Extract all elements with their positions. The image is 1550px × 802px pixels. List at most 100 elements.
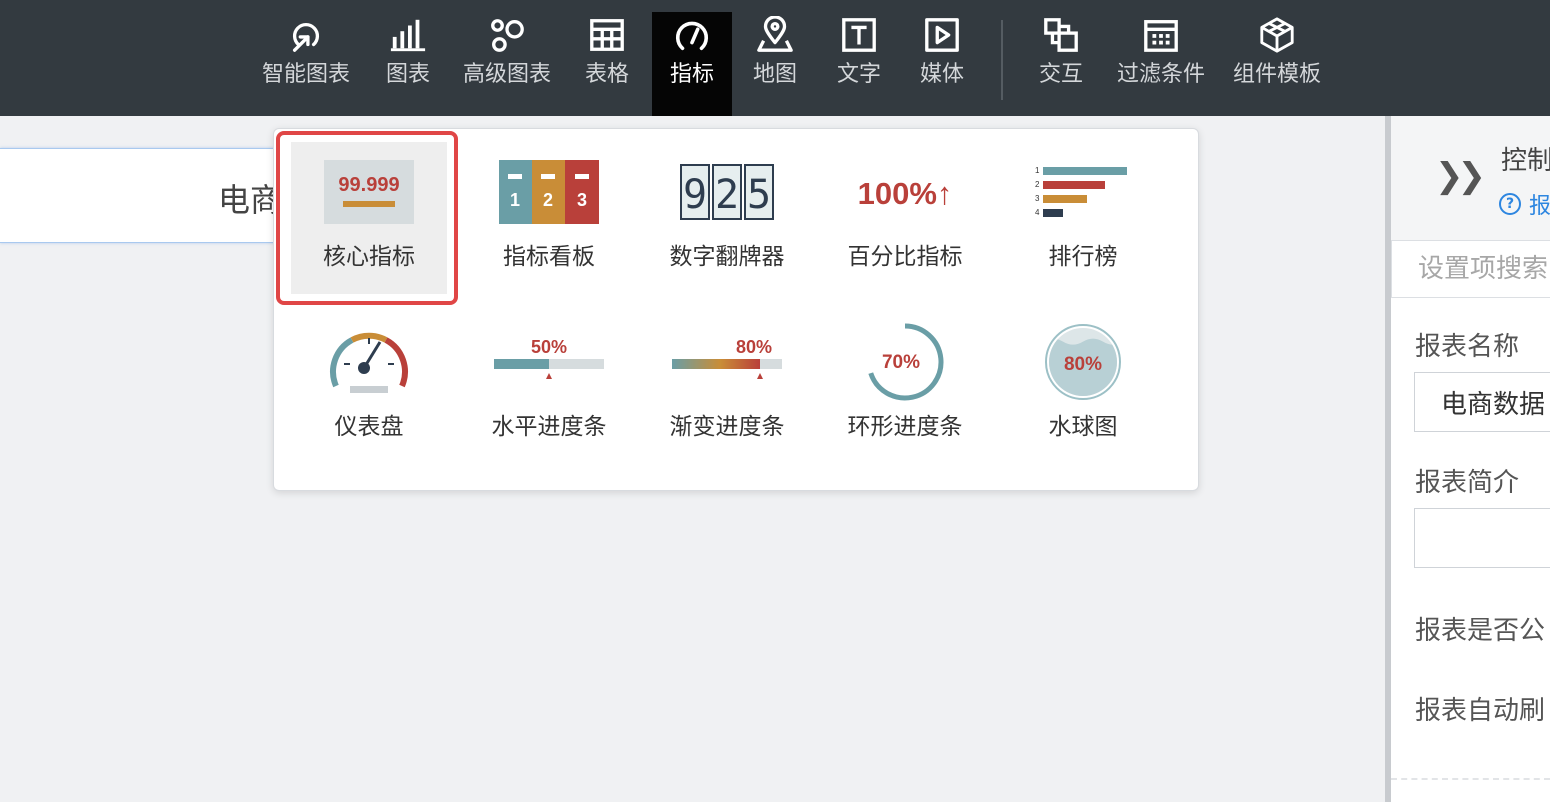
widget-ranking[interactable]: 1 2 3 4 排行榜 <box>1005 142 1161 294</box>
toolbar-label: 组件模板 <box>1232 62 1321 87</box>
board-digit-3: 3 <box>577 190 587 210</box>
toolbar-metric[interactable]: 指标 <box>652 12 732 116</box>
help-text: 报 <box>1529 194 1550 219</box>
widget-flip-counter[interactable]: 9 2 5 数字翻牌器 <box>649 142 805 294</box>
board-digit-1: 1 <box>510 190 520 210</box>
dial-gauge-icon <box>291 312 447 412</box>
field-label-report-autorefresh: 报表自动刷 <box>1415 696 1546 726</box>
report-title-widget[interactable]: 电商 <box>0 148 290 243</box>
toolbar-table[interactable]: 表格 <box>577 12 637 116</box>
progress-value-text: 80% <box>736 337 772 357</box>
rank-number: 1 <box>1035 166 1040 175</box>
widget-liquid-ball[interactable]: 80% 水球图 <box>1005 312 1161 464</box>
toolbar-text[interactable]: 文字 <box>829 12 889 116</box>
toolbar-label: 地图 <box>752 62 797 87</box>
widget-label: 数字翻牌器 <box>669 244 785 270</box>
progress-marker <box>546 373 552 379</box>
settings-panel-header: ❯❯ 控制 ? 报 <box>1391 116 1550 240</box>
advanced-chart-icon <box>488 12 526 56</box>
core-metric-icon: 99.999 <box>291 142 447 242</box>
percent-metric-sample: 100%↑ <box>858 176 953 211</box>
question-icon: ? <box>1499 193 1521 215</box>
smart-chart-icon <box>287 12 325 56</box>
ring-progress-icon: 70% <box>827 312 983 412</box>
toolbar-separator <box>1001 20 1003 100</box>
panel-title: 控制 <box>1501 146 1550 176</box>
toolbar-label: 图表 <box>385 62 430 87</box>
progress-fill <box>494 359 549 369</box>
metric-board-icon: 1 2 3 <box>471 142 627 242</box>
toolbar-label: 高级图表 <box>462 62 551 87</box>
interaction-icon <box>1042 12 1080 56</box>
report-intro-input[interactable] <box>1415 509 1550 567</box>
filter-calendar-icon <box>1142 12 1180 56</box>
widget-ring-progress[interactable]: 70% 环形进度条 <box>827 312 983 464</box>
widget-horizontal-progress[interactable]: 50% 水平进度条 <box>471 312 627 464</box>
toolbar-component-template[interactable]: 组件模板 <box>1227 12 1327 116</box>
rank-number: 2 <box>1035 180 1040 189</box>
widget-label: 环形进度条 <box>847 414 963 440</box>
report-intro-field[interactable] <box>1414 508 1550 568</box>
widget-label: 指标看板 <box>503 244 595 270</box>
toolbar-chart[interactable]: 图表 <box>378 12 438 116</box>
flip-digit-1: 9 <box>683 172 707 218</box>
double-chevron-right-icon[interactable]: ❯❯ <box>1435 156 1486 196</box>
progress-value-text: 70% <box>882 352 920 373</box>
widget-metric-board[interactable]: 1 2 3 指标看板 <box>471 142 627 294</box>
flip-counter-icon: 9 2 5 <box>649 142 805 242</box>
settings-search[interactable] <box>1391 240 1550 298</box>
toolbar-label: 智能图表 <box>261 62 350 87</box>
widget-label: 水平进度条 <box>491 414 607 440</box>
help-link[interactable]: ? 报 <box>1499 188 1550 220</box>
widget-label: 百分比指标 <box>847 244 963 270</box>
table-icon <box>588 12 626 56</box>
rank-number: 4 <box>1035 208 1040 217</box>
progress-fill <box>672 359 760 369</box>
toolbar-label: 过滤条件 <box>1116 62 1205 87</box>
widget-dial-gauge[interactable]: 仪表盘 <box>291 312 447 464</box>
media-play-icon <box>923 12 961 56</box>
gauge-icon <box>673 12 711 56</box>
component-cube-icon <box>1258 12 1296 56</box>
toolbar-label: 交互 <box>1038 62 1083 87</box>
divider <box>1391 778 1550 780</box>
toolbar-smart-chart[interactable]: 智能图表 <box>256 12 356 116</box>
progress-value-text: 50% <box>531 337 567 357</box>
widget-label: 仪表盘 <box>334 414 404 440</box>
liquid-ball-icon: 80% <box>1005 312 1161 412</box>
toolbar-interaction[interactable]: 交互 <box>1031 12 1091 116</box>
text-icon <box>840 12 878 56</box>
toolbar-label: 文字 <box>836 62 881 87</box>
report-name-field[interactable] <box>1414 372 1550 432</box>
flip-digit-3: 5 <box>747 172 771 218</box>
field-label-report-public: 报表是否公 <box>1415 616 1546 646</box>
toolbar-map[interactable]: 地图 <box>745 12 805 116</box>
map-pin-icon <box>756 12 794 56</box>
toolbar-media[interactable]: 媒体 <box>912 12 972 116</box>
toolbar-label: 指标 <box>669 62 714 87</box>
flip-digit-2: 2 <box>715 172 739 218</box>
widget-label: 排行榜 <box>1048 244 1118 270</box>
bar-chart-icon <box>389 12 427 56</box>
widget-core-metric[interactable]: 99.999 核心指标 <box>291 142 447 294</box>
rank-number: 3 <box>1035 194 1040 203</box>
toolbar-advanced-chart[interactable]: 高级图表 <box>457 12 557 116</box>
report-name-input[interactable] <box>1415 373 1550 431</box>
progress-marker <box>757 373 763 379</box>
percent-metric-icon: 100%↑ <box>827 142 983 242</box>
widget-label: 渐变进度条 <box>669 414 785 440</box>
ranking-icon: 1 2 3 4 <box>1005 142 1161 242</box>
widget-percent-metric[interactable]: 100%↑ 百分比指标 <box>827 142 983 294</box>
widget-gradient-progress[interactable]: 80% 渐变进度条 <box>649 312 805 464</box>
field-label-report-name: 报表名称 <box>1415 332 1520 362</box>
progress-value-text: 80% <box>1064 354 1102 375</box>
widget-label: 水球图 <box>1048 414 1118 440</box>
settings-search-input[interactable] <box>1392 241 1550 297</box>
field-label-report-intro: 报表简介 <box>1415 468 1520 498</box>
metric-widget-dropdown: 99.999 核心指标 1 2 3 指标看板 9 2 5 数字翻牌器 100%↑… <box>273 128 1199 491</box>
toolbar-filter[interactable]: 过滤条件 <box>1110 12 1212 116</box>
core-metric-sample: 99.999 <box>338 174 399 196</box>
horizontal-progress-icon: 50% <box>471 312 627 412</box>
toolbar-label: 表格 <box>584 62 629 87</box>
gradient-progress-icon: 80% <box>649 312 805 412</box>
